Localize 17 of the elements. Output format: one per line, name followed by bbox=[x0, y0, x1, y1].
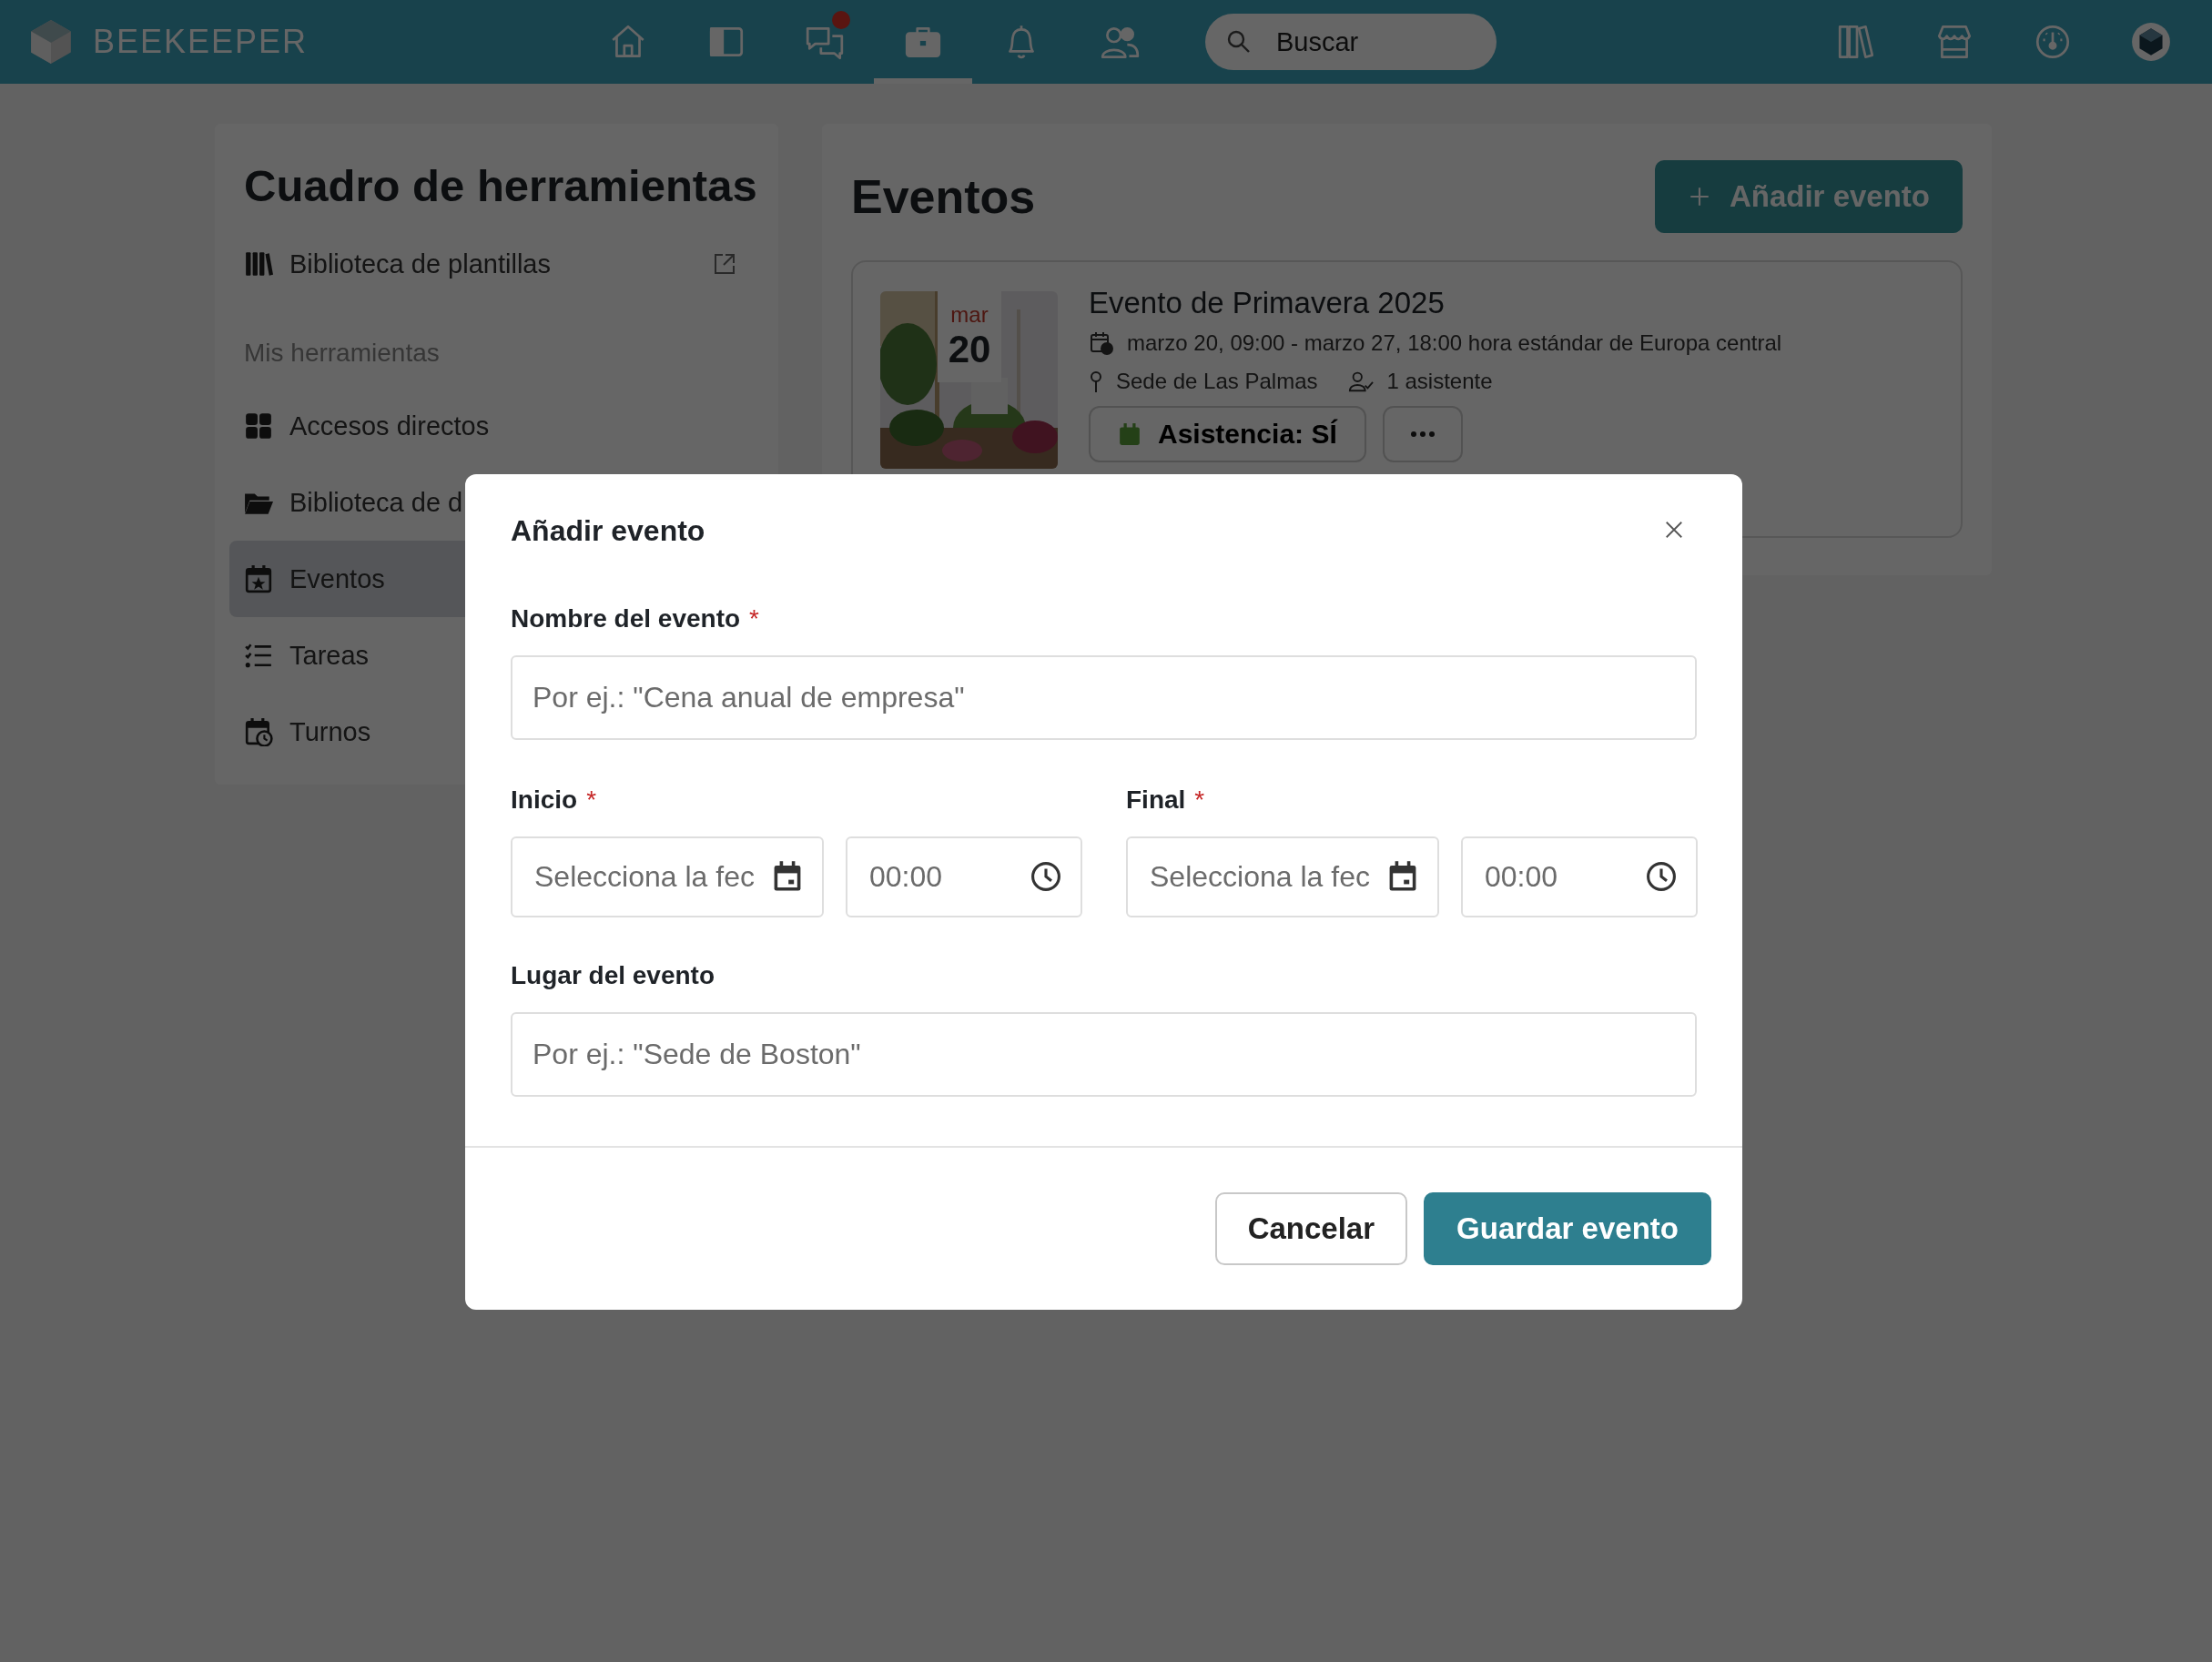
attendee-count: 1 asistente bbox=[1386, 369, 1493, 394]
panel-title: Cuadro de herramientas bbox=[244, 160, 758, 211]
field-label: Nombre del evento bbox=[511, 604, 741, 633]
event-location: Sede de Las Palmas bbox=[1116, 369, 1318, 394]
required-mark: * bbox=[1194, 785, 1205, 815]
required-mark: * bbox=[749, 604, 759, 633]
brand-name: BEEKEEPER bbox=[93, 23, 309, 61]
field-label: Inicio bbox=[511, 785, 578, 815]
dialog-title: Añadir evento bbox=[511, 514, 705, 548]
required-mark: * bbox=[586, 785, 597, 815]
event-month: mar bbox=[950, 302, 989, 328]
event-title: Evento de Primavera 2025 bbox=[1089, 286, 1446, 320]
event-dates: marzo 20, 09:00 - marzo 27, 18:00 hora estándar de Europa central bbox=[1127, 330, 1782, 356]
panel-title: Eventos bbox=[851, 169, 1036, 224]
field-label: Final bbox=[1126, 785, 1186, 815]
field-label: Lugar del evento bbox=[511, 961, 715, 990]
event-day: 20 bbox=[948, 328, 991, 371]
